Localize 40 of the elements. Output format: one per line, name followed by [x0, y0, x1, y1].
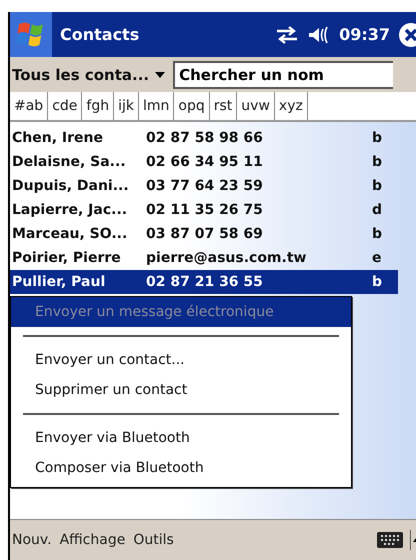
contact-name: Dupuis, Dani...	[12, 178, 130, 194]
contact-row[interactable]: Pullier, Paul 02 87 21 36 55 b	[10, 270, 398, 294]
contact-type: b	[372, 178, 384, 194]
window-title: Contacts	[60, 25, 140, 44]
contact-row[interactable]: Poirier, Pierre pierre@asus.com.tw e	[10, 246, 398, 270]
contact-row[interactable]: Dupuis, Dani... 03 77 64 23 59 b	[10, 174, 398, 198]
contact-name: Poirier, Pierre	[12, 250, 122, 266]
contact-name: Pullier, Paul	[12, 274, 106, 290]
contact-detail: 02 11 35 26 75	[146, 202, 264, 218]
caret-icon	[155, 72, 166, 78]
contact-detail: 02 66 34 95 11	[146, 154, 264, 170]
contact-detail: pierre@asus.com.tw	[146, 250, 308, 266]
category-dropdown[interactable]: Tous les conta...	[10, 66, 168, 84]
connectivity-icon[interactable]	[275, 24, 300, 44]
menu-bar-item[interactable]: Outils	[131, 532, 174, 548]
contact-row[interactable]: Lapierre, Jac... 02 11 35 26 75 d	[10, 198, 398, 222]
contact-type: d	[372, 202, 384, 218]
menu-bar-item[interactable]: Affichage	[58, 532, 126, 548]
contact-name: Chen, Irene	[12, 130, 104, 146]
contact-name: Marceau, SO...	[12, 226, 128, 242]
contact-type: b	[372, 154, 384, 170]
contact-type: b	[372, 274, 384, 290]
contact-row[interactable]: Delaisne, Sa... 02 66 34 95 11 b	[10, 150, 398, 174]
contact-type: b	[372, 130, 384, 146]
search-field[interactable]: Chercher un nom	[173, 60, 394, 88]
contact-type: b	[372, 226, 384, 242]
keyboard-icon[interactable]	[376, 530, 404, 550]
contact-name: Delaisne, Sa...	[12, 154, 127, 170]
contact-type: e	[372, 250, 382, 266]
windows-logo-icon[interactable]	[10, 12, 52, 57]
contact-detail: 02 87 58 98 66	[146, 130, 264, 146]
contact-row[interactable]: Chen, Irene 02 87 58 98 66 b	[10, 126, 398, 150]
arrow-up-icon[interactable]	[410, 530, 416, 550]
menu-bar-item[interactable]: Nouv.	[10, 532, 52, 548]
contact-name: Lapierre, Jac...	[12, 202, 128, 218]
clock-time[interactable]: 09:37	[339, 25, 390, 44]
contact-detail: 02 87 21 36 55	[146, 274, 264, 290]
contact-row[interactable]: Marceau, SO... 03 87 07 58 69 b	[10, 222, 398, 246]
contact-detail: 03 77 64 23 59	[146, 178, 264, 194]
contact-detail: 03 87 07 58 69	[146, 226, 264, 242]
